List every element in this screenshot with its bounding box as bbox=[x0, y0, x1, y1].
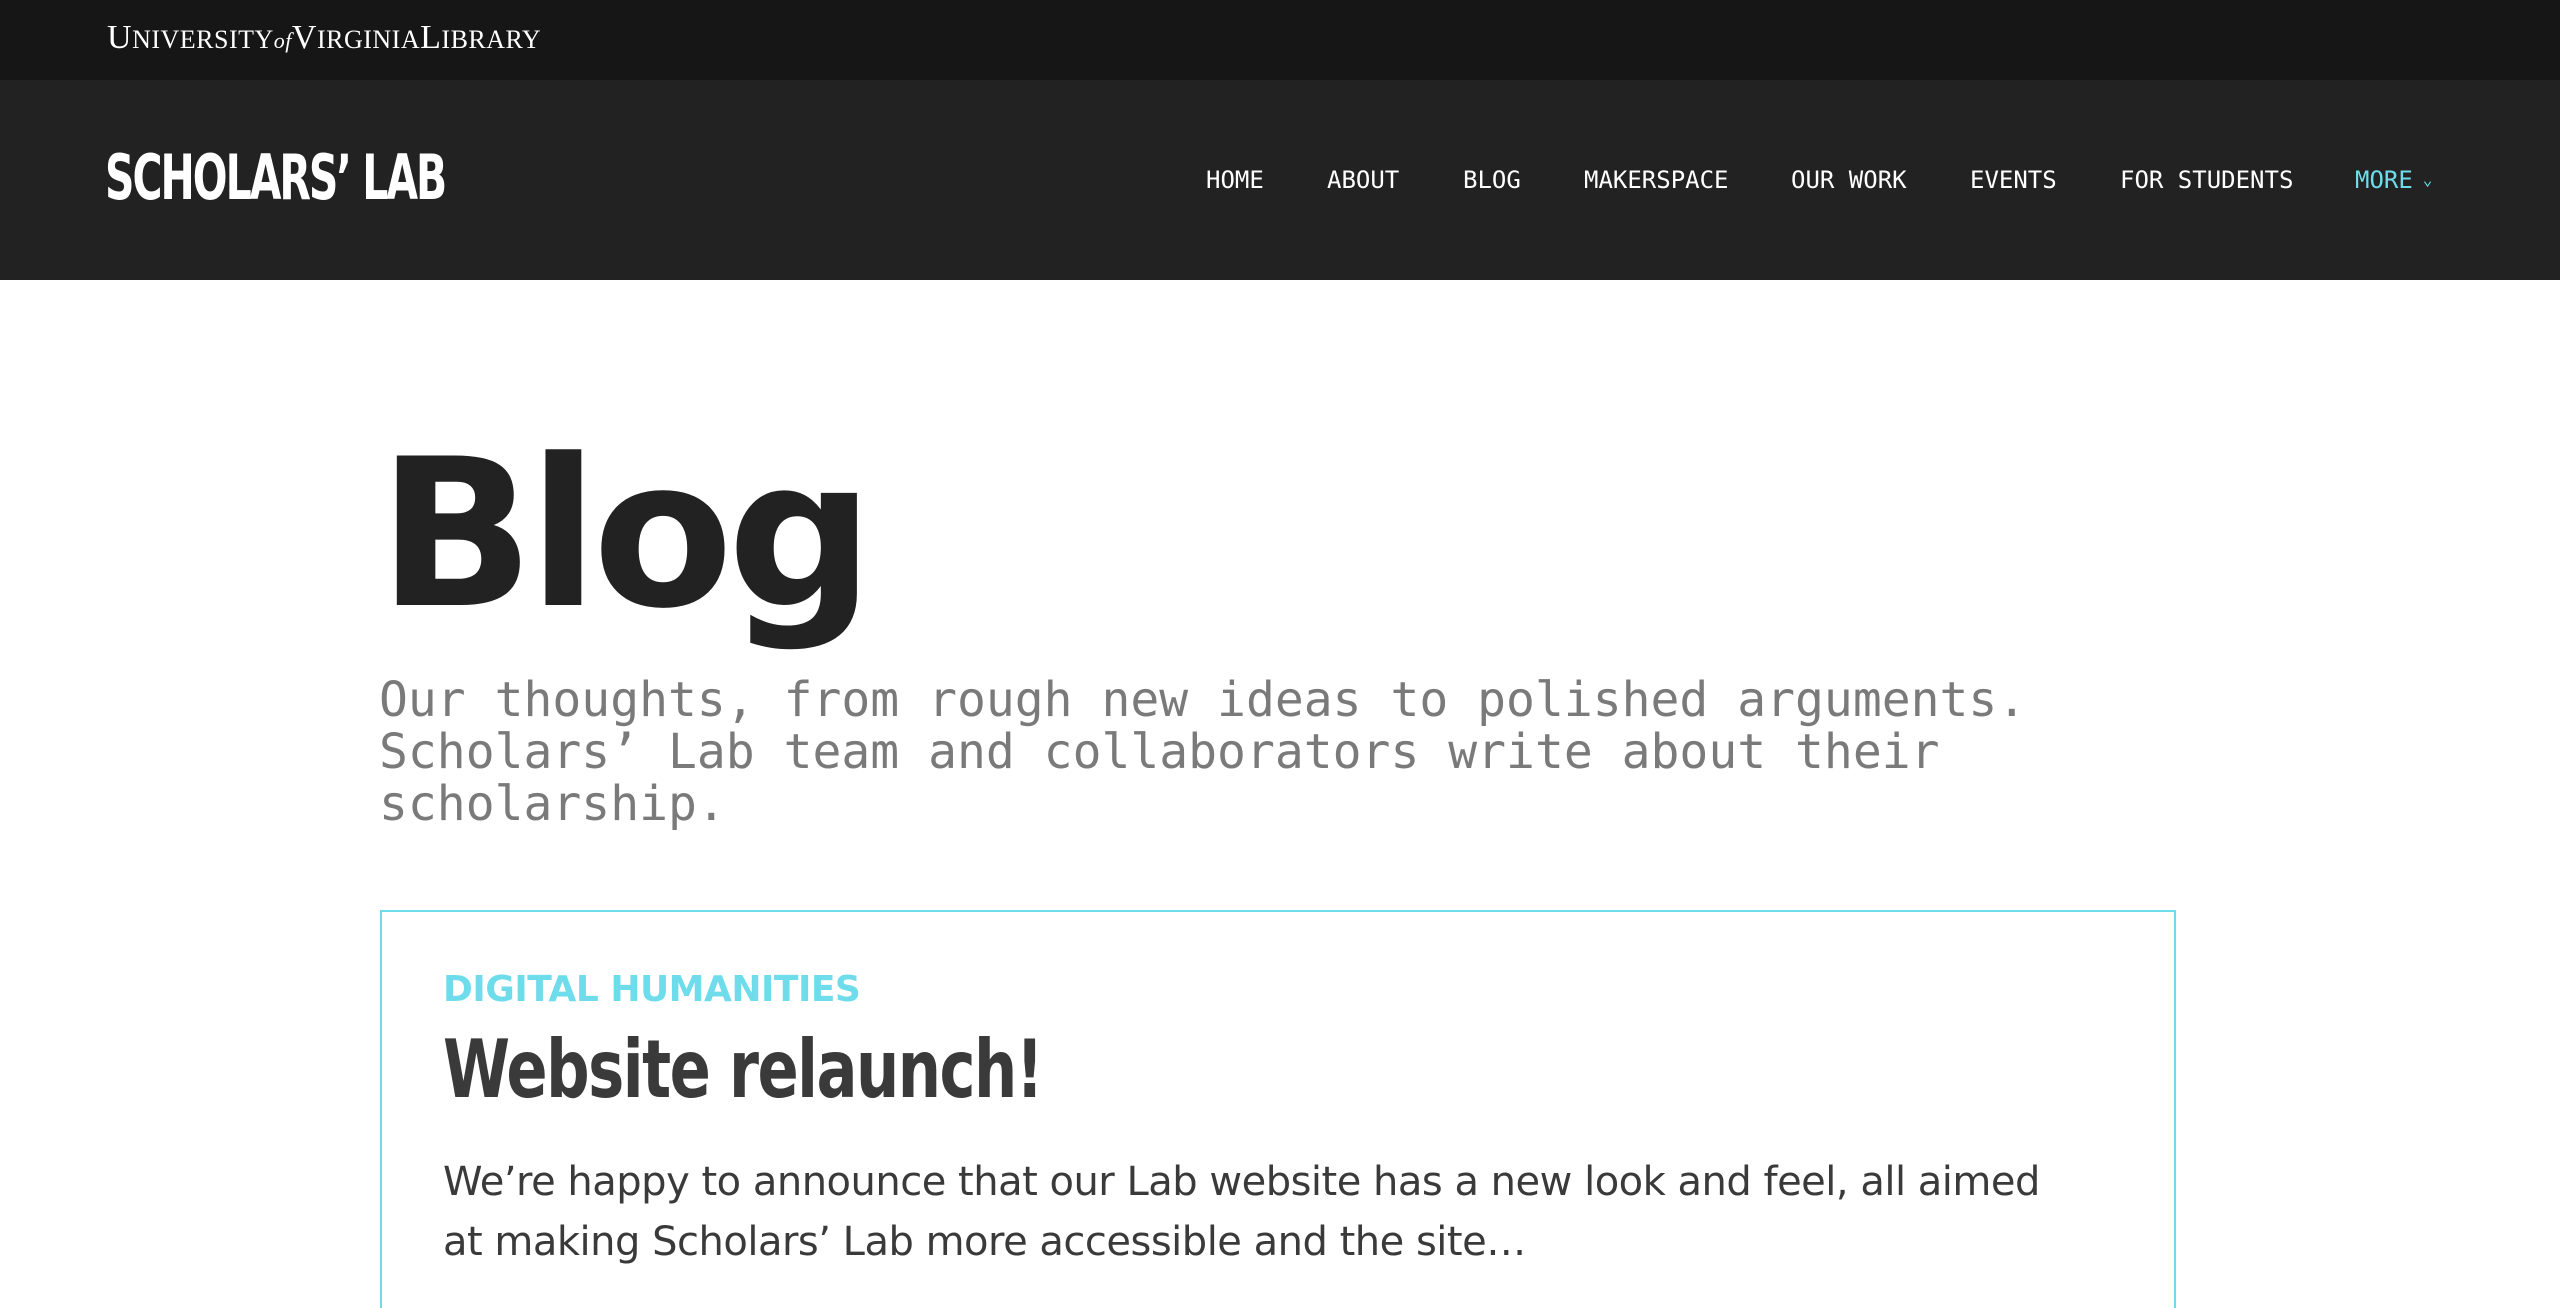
main-nav: HOME ABOUT BLOG MAKERSPACE OUR WORK EVEN… bbox=[0, 80, 2560, 280]
page-intro: Our thoughts, from rough new ideas to po… bbox=[379, 672, 2027, 832]
nav-item-more[interactable]: MORE ⌄ bbox=[2355, 164, 2432, 196]
page-title: Blog bbox=[378, 416, 874, 654]
nav-item-for-students[interactable]: FOR STUDENTS bbox=[2120, 164, 2293, 196]
uva-logo-l: L bbox=[420, 19, 442, 56]
nav-item-about[interactable]: ABOUT bbox=[1327, 164, 1399, 196]
chevron-down-icon: ⌄ bbox=[2422, 170, 2433, 189]
post-category[interactable]: DIGITAL HUMANITIES bbox=[443, 968, 861, 1012]
uva-logo-v: V bbox=[291, 19, 317, 56]
uva-logo-irginia: IRGINIA bbox=[316, 25, 421, 54]
nav-item-blog[interactable]: BLOG bbox=[1463, 164, 1521, 196]
nav-item-makerspace[interactable]: MAKERSPACE bbox=[1584, 164, 1729, 196]
nav-item-more-label: MORE bbox=[2355, 166, 2413, 194]
site-header: SCHOLARS’ LAB HOME ABOUT BLOG MAKERSPACE… bbox=[0, 80, 2560, 280]
uva-library-logo[interactable]: UNIVERSITYofVIRGINIALIBRARY bbox=[107, 20, 541, 59]
uva-logo-u: U bbox=[107, 19, 133, 56]
post-excerpt: We’re happy to announce that our Lab web… bbox=[443, 1159, 2040, 1265]
uva-logo-niversity: NIVERSITY bbox=[132, 25, 274, 54]
uva-logo-of: of bbox=[273, 28, 292, 53]
nav-item-home[interactable]: HOME bbox=[1206, 164, 1264, 196]
uva-library-bar: UNIVERSITYofVIRGINIALIBRARY bbox=[0, 0, 2560, 80]
nav-item-events[interactable]: EVENTS bbox=[1970, 164, 2057, 196]
post-card[interactable]: DIGITAL HUMANITIES Website relaunch! We’… bbox=[380, 910, 2176, 1308]
uva-logo-ibrary: IBRARY bbox=[441, 25, 542, 54]
post-title[interactable]: Website relaunch! bbox=[443, 1020, 1044, 1120]
nav-item-our-work[interactable]: OUR WORK bbox=[1791, 164, 1907, 196]
